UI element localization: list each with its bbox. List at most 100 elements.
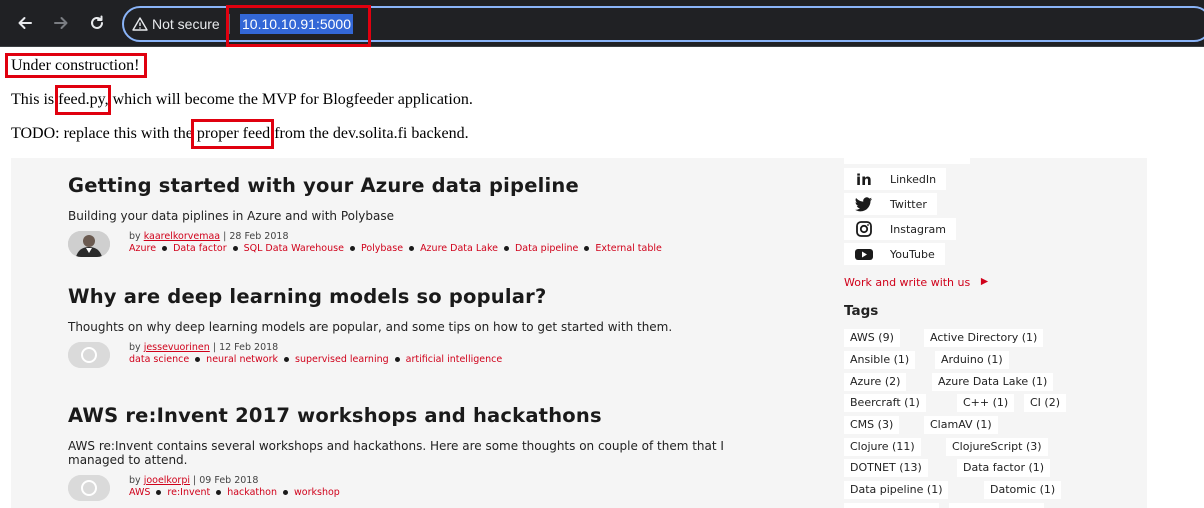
tag-chip[interactable]: CMS (3) (844, 416, 900, 434)
blog-feed-image: Getting started with your Azure data pip… (11, 158, 1147, 508)
highlight-under-construction (5, 53, 147, 78)
linkedin-icon: in (852, 171, 876, 187)
post-subtitle: Thoughts on why deep learning models are… (68, 320, 673, 334)
tag-chip[interactable]: Datomic (1) (984, 481, 1062, 499)
reload-button[interactable] (84, 10, 110, 36)
svg-text:in: in (856, 171, 872, 187)
browser-toolbar: Not secure 10.10.10.91:5000 (0, 0, 1204, 47)
post-title[interactable]: Why are deep learning models so popular? (68, 285, 783, 308)
work-with-us-link[interactable]: Work and write with us (844, 276, 989, 289)
not-secure-label[interactable]: Not secure (152, 16, 220, 32)
intro-prefix: This is (11, 91, 59, 108)
forward-button[interactable] (48, 10, 74, 36)
todo-prefix: TODO: replace this with the (11, 125, 197, 142)
post-tag[interactable]: SQL Data Warehouse (244, 243, 344, 254)
tag-chip[interactable]: Beercraft (1) (844, 394, 926, 412)
reload-icon (91, 15, 103, 29)
post-tag[interactable]: hackathon (227, 487, 277, 498)
tag-chip[interactable]: CI (2) (1024, 394, 1067, 412)
tag-chip-partial (844, 503, 939, 508)
tag-chip[interactable]: Ansible (1) (844, 351, 916, 369)
work-with-us-label: Work and write with us (844, 276, 971, 289)
post-tag[interactable]: Data factor (173, 243, 227, 254)
social-link-youtube[interactable]: YouTube (844, 243, 945, 265)
post-byline: by kaarelkorvemaa | 28 Feb 2018 (129, 231, 288, 242)
warning-icon (132, 17, 148, 31)
post-tag[interactable]: External table (595, 243, 662, 254)
twitter-icon (852, 196, 876, 212)
tag-chip[interactable]: Arduino (1) (935, 351, 1009, 369)
social-link-linkedin[interactable]: in LinkedIn (844, 168, 947, 190)
tag-chip[interactable]: Azure Data Lake (1) (932, 373, 1054, 391)
post-meta: by jooelkorpi | 09 Feb 2018 AWS re:Invent… (68, 475, 783, 503)
post-subtitle: AWS re:Invent contains several workshops… (68, 439, 724, 467)
post-tags: data science neural network supervised lea… (129, 354, 789, 365)
post-tag[interactable]: supervised learning (295, 354, 389, 365)
author-avatar (68, 231, 110, 257)
social-link-instagram[interactable]: Instagram (844, 218, 956, 240)
instagram-icon (852, 221, 876, 237)
author-link[interactable]: kaarelkorvemaa (144, 231, 220, 242)
post-tag[interactable]: AWS (129, 487, 150, 498)
post-tag[interactable]: artificial intelligence (406, 354, 503, 365)
blog-sidebar: in LinkedIn Twitter Instagram YouTube Wo… (844, 158, 1144, 508)
social-label: Twitter (890, 197, 927, 211)
byline-separator: | (223, 231, 227, 242)
post-tag[interactable]: Polybase (361, 243, 403, 254)
arrow-left-icon (18, 17, 32, 29)
by-label: by (129, 342, 141, 353)
post-date: 12 Feb 2018 (219, 342, 279, 353)
post-tag[interactable]: Azure (129, 243, 156, 254)
social-label: LinkedIn (890, 172, 937, 186)
post-byline: by jessevuorinen | 12 Feb 2018 (129, 342, 278, 353)
tag-chip[interactable]: AWS (9) (844, 329, 900, 347)
author-link[interactable]: jessevuorinen (144, 342, 210, 353)
post-date: 28 Feb 2018 (229, 231, 289, 242)
social-label: Instagram (890, 222, 946, 236)
social-label: YouTube (890, 247, 935, 261)
social-link-partial (844, 158, 970, 164)
post-tag[interactable]: Data pipeline (515, 243, 578, 254)
tag-chip[interactable]: Data pipeline (1) (844, 481, 949, 499)
post-subtitle: Building your data piplines in Azure and… (68, 209, 395, 223)
post-meta: by kaarelkorvemaa | 28 Feb 2018 Azure Dat… (68, 231, 783, 259)
social-link-twitter[interactable]: Twitter (844, 193, 937, 215)
post-title[interactable]: Getting started with your Azure data pip… (68, 174, 783, 197)
tag-chip[interactable]: Active Directory (1) (924, 329, 1044, 347)
author-link[interactable]: jooelkorpi (144, 475, 190, 486)
post-card: Why are deep learning models so popular?… (68, 285, 783, 370)
tag-chip[interactable]: ClojureScript (3) (946, 438, 1048, 456)
highlight-feed-py (55, 85, 111, 115)
tag-chip[interactable]: Data factor (1) (957, 459, 1051, 477)
by-label: by (129, 475, 141, 486)
post-tag[interactable]: data science (129, 354, 189, 365)
tag-chip-partial (949, 503, 1044, 508)
highlight-url (226, 5, 371, 47)
arrow-right-icon (980, 276, 989, 289)
youtube-icon (852, 246, 876, 262)
post-byline: by jooelkorpi | 09 Feb 2018 (129, 475, 258, 486)
byline-separator: | (212, 342, 217, 353)
post-tag[interactable]: neural network (206, 354, 278, 365)
tag-chip[interactable]: DOTNET (13) (844, 459, 928, 477)
tag-chip[interactable]: Azure (2) (844, 373, 907, 391)
by-label: by (129, 231, 141, 242)
todo-suffix: from the dev.solita.fi backend. (270, 125, 469, 142)
post-tags: AWS re:Invent hackathon workshop (129, 487, 789, 498)
post-title[interactable]: AWS re:Invent 2017 workshops and hackath… (68, 404, 783, 427)
post-tag[interactable]: workshop (294, 487, 340, 498)
post-tag[interactable]: re:Invent (167, 487, 210, 498)
post-tag[interactable]: Azure Data Lake (420, 243, 498, 254)
intro-suffix: which will become the MVP for Blogfeeder… (108, 91, 473, 108)
author-avatar (68, 342, 110, 368)
author-avatar (68, 475, 110, 501)
tag-chip[interactable]: ClamAV (1) (924, 416, 998, 434)
post-tags: Azure Data factor SQL Data Warehouse Polyba… (129, 243, 789, 254)
back-button[interactable] (12, 10, 38, 36)
post-date: 09 Feb 2018 (199, 475, 259, 486)
highlight-proper-feed (191, 119, 274, 149)
arrow-right-icon (54, 17, 68, 29)
post-meta: by jessevuorinen | 12 Feb 2018 data scie… (68, 342, 783, 370)
tag-chip[interactable]: C++ (1) (957, 394, 1015, 412)
tag-chip[interactable]: Clojure (11) (844, 438, 921, 456)
